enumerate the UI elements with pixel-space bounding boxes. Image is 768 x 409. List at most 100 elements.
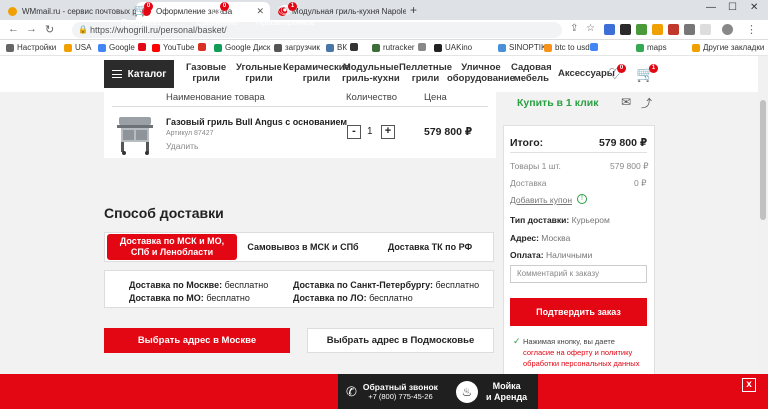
folder-icon: [64, 43, 72, 52]
bookmark-item[interactable]: ВК: [326, 43, 347, 52]
lock-icon: 🔒: [78, 25, 88, 34]
preorder-button[interactable]: 🛒 0 Предзаказ: [118, 0, 164, 35]
bookmark-favicon-icon: [138, 43, 146, 51]
order-comment-field[interactable]: Комментарий к заказу: [510, 265, 647, 283]
bookmark-item[interactable]: rutracker: [372, 43, 415, 52]
bookmark-star-icon[interactable]: ☆: [586, 23, 595, 34]
page-scrollbar-thumb[interactable]: [760, 100, 766, 220]
remove-item-link[interactable]: Удалить: [166, 141, 198, 151]
preorder-count-badge: 0: [144, 2, 153, 11]
nav-accessories[interactable]: Аксессуары: [558, 68, 615, 79]
other-bookmarks[interactable]: Другие закладки: [692, 43, 764, 52]
cart-count-badge: 1: [649, 64, 658, 73]
share-icon[interactable]: ⤴: [641, 95, 652, 111]
delivery-line: Доставка по Санкт-Петербургу: бесплатно: [293, 280, 480, 290]
confirm-order-button[interactable]: Подтвердить заказ: [510, 298, 647, 326]
youtube-icon: [152, 43, 160, 52]
extensions-puzzle-icon[interactable]: [700, 24, 711, 35]
bookmark-item[interactable]: USA: [64, 43, 91, 52]
bookmark-item[interactable]: Настройки: [6, 43, 56, 52]
tab-transport-company[interactable]: Доставка ТК по РФ: [367, 233, 493, 261]
item-price: 579 800 ₽: [424, 126, 473, 138]
minimize-icon[interactable]: —: [706, 2, 716, 13]
bookmark-item[interactable]: [198, 43, 209, 51]
maximize-icon[interactable]: ☐: [728, 2, 737, 13]
nav-outdoor-equipment[interactable]: Уличное оборудование: [447, 62, 515, 84]
extension-icon[interactable]: [604, 24, 615, 35]
extension-icon[interactable]: [620, 24, 631, 35]
product-name-link[interactable]: Газовый гриль Bull Angus с основанием: [166, 117, 347, 127]
mail-icon[interactable]: ✉: [621, 95, 631, 109]
browser-menu-icon[interactable]: ⋮: [746, 23, 757, 36]
eye-icon: 👁 1: [277, 2, 297, 17]
select-address-moscow-button[interactable]: Выбрать адрес в Москве: [104, 328, 290, 353]
bookmark-item[interactable]: maps: [636, 43, 667, 52]
delivery-info-card: Доставка по Москве: бесплатно Доставка п…: [104, 270, 494, 308]
column-header-quantity: Количество: [346, 92, 398, 103]
forward-icon[interactable]: →: [26, 23, 37, 35]
goods-value: 579 800 ₽: [610, 161, 649, 171]
catalog-button[interactable]: Каталог: [104, 60, 174, 88]
vk-icon: [326, 43, 334, 52]
nav-gas-grills[interactable]: Газовые грили: [186, 62, 226, 84]
extension-icon[interactable]: [636, 24, 647, 35]
nav-garden-furniture[interactable]: Садовая мебель: [511, 62, 552, 84]
bookmark-item[interactable]: загрузчик: [274, 43, 320, 52]
browser-tab-wmmail[interactable]: WMmail.ru - сервис почтовых ре ✕: [2, 2, 136, 20]
close-bottom-bar-button[interactable]: x: [742, 378, 756, 392]
quantity-value[interactable]: 1: [367, 126, 373, 137]
bookmark-item[interactable]: Google Диск: [214, 43, 270, 52]
quantity-decrease-button[interactable]: -: [347, 125, 361, 139]
divider: [510, 152, 647, 153]
folder-icon: [692, 43, 700, 52]
bookmark-item[interactable]: YouTube: [152, 43, 194, 52]
bookmark-item[interactable]: [418, 43, 429, 51]
close-window-icon[interactable]: ✕: [750, 2, 758, 13]
viewed-count-badge: 1: [288, 2, 297, 11]
select-address-region-button[interactable]: Выбрать адрес в Подмосковье: [307, 328, 494, 353]
reload-icon[interactable]: ↻: [45, 23, 54, 36]
bookmark-item[interactable]: Google: [98, 43, 135, 52]
viewed-button[interactable]: 👁 1 Просмотренное: [256, 0, 315, 35]
divider: [112, 106, 488, 107]
new-tab-button[interactable]: +: [410, 3, 417, 17]
nav-charcoal-grills[interactable]: Угольные грили: [236, 62, 282, 84]
product-image[interactable]: [115, 113, 155, 155]
address-bar-row: ← → ↻ 🔒 https://whogrill.ru/personal/bas…: [0, 20, 768, 40]
callback-button[interactable]: ✆ Обратный звонок +7 (800) 775-45-26: [346, 379, 438, 404]
add-coupon-link[interactable]: Добавить купон: [510, 195, 572, 205]
bookmark-item[interactable]: SINOPTIK: [498, 43, 546, 52]
extension-icon[interactable]: [668, 24, 679, 35]
bookmark-item[interactable]: [138, 43, 149, 51]
compare-button[interactable]: ⚖ 0 Сравнение: [192, 0, 242, 35]
wash-and-rent-button[interactable]: ♨ Мойка и Аренда: [456, 377, 527, 407]
column-header-price: Цена: [424, 92, 447, 103]
product-sku: Артикул 87427: [166, 130, 214, 137]
tab-delivery-moscow-spb[interactable]: Доставка по МСК и МО, СПб и Ленобласти: [107, 234, 237, 260]
bookmark-item[interactable]: [590, 43, 601, 51]
nav-ceramic-grills[interactable]: Керамические грили: [283, 62, 350, 84]
extension-icon[interactable]: [684, 24, 695, 35]
bookmark-item[interactable]: UAKino: [434, 43, 472, 52]
nav-modular-kitchens[interactable]: Модульные гриль-кухни: [342, 62, 400, 84]
bookmark-item[interactable]: [350, 43, 361, 51]
offer-policy-link[interactable]: согласие на оферту и политику: [523, 348, 632, 357]
coupon-info-icon[interactable]: !: [577, 194, 587, 204]
bookmark-item[interactable]: btc to usd: [544, 43, 590, 52]
back-icon[interactable]: ←: [8, 23, 19, 35]
buy-one-click-link[interactable]: Купить в 1 клик: [517, 97, 598, 109]
quantity-increase-button[interactable]: +: [381, 125, 395, 139]
compare-icon: ⚖ 0: [209, 2, 229, 17]
delivery-cost-label: Доставка: [510, 178, 547, 188]
total-value: 579 800 ₽: [599, 137, 648, 149]
profile-avatar-icon[interactable]: [722, 24, 733, 35]
compare-count-badge: 0: [220, 2, 229, 11]
bookmark-favicon-icon: [418, 43, 426, 51]
bookmark-favicon-icon: [590, 43, 598, 51]
personal-data-link[interactable]: обработки персональных данных: [523, 359, 639, 368]
tab-self-pickup[interactable]: Самовывоз в МСК и СПб: [239, 233, 367, 261]
nav-pellet-grills[interactable]: Пеллетные грили: [399, 62, 452, 84]
maps-icon: [636, 43, 644, 52]
extension-icon[interactable]: [652, 24, 663, 35]
share-icon[interactable]: ⇪: [570, 23, 578, 34]
